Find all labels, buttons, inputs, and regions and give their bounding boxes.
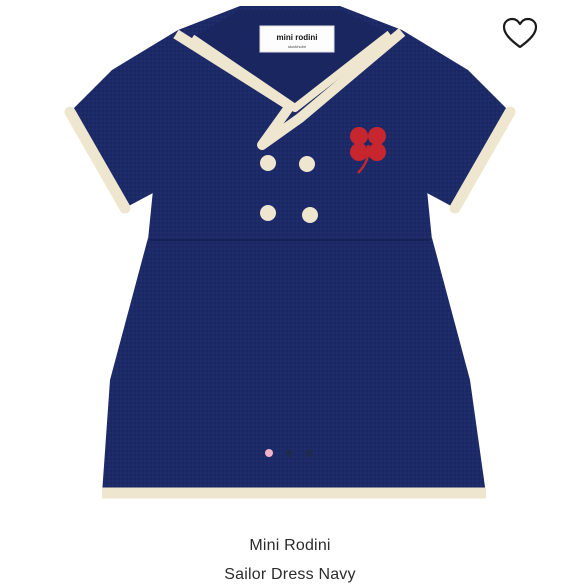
dress-button	[260, 205, 276, 221]
product-image[interactable]: mini rodini stockholm	[0, 0, 580, 520]
dress-button	[299, 156, 315, 172]
product-title[interactable]: Sailor Dress Navy	[0, 566, 580, 584]
product-card: mini rodini stockholm Mini Rodini Sailor…	[0, 0, 580, 583]
wishlist-button[interactable]	[500, 16, 540, 52]
carousel-dot-1[interactable]	[265, 449, 273, 457]
dress-button	[260, 155, 276, 171]
product-gallery[interactable]: mini rodini stockholm	[0, 0, 580, 520]
heart-outline-icon	[502, 17, 538, 49]
product-brand[interactable]: Mini Rodini	[0, 537, 580, 555]
neck-label-subtext: stockholm	[288, 44, 307, 49]
carousel-indicators	[0, 449, 580, 461]
carousel-dot-2[interactable]	[285, 449, 293, 457]
neck-label-text: mini rodini	[277, 33, 318, 42]
dress-button	[302, 207, 318, 223]
carousel-dot-3[interactable]	[305, 449, 313, 457]
